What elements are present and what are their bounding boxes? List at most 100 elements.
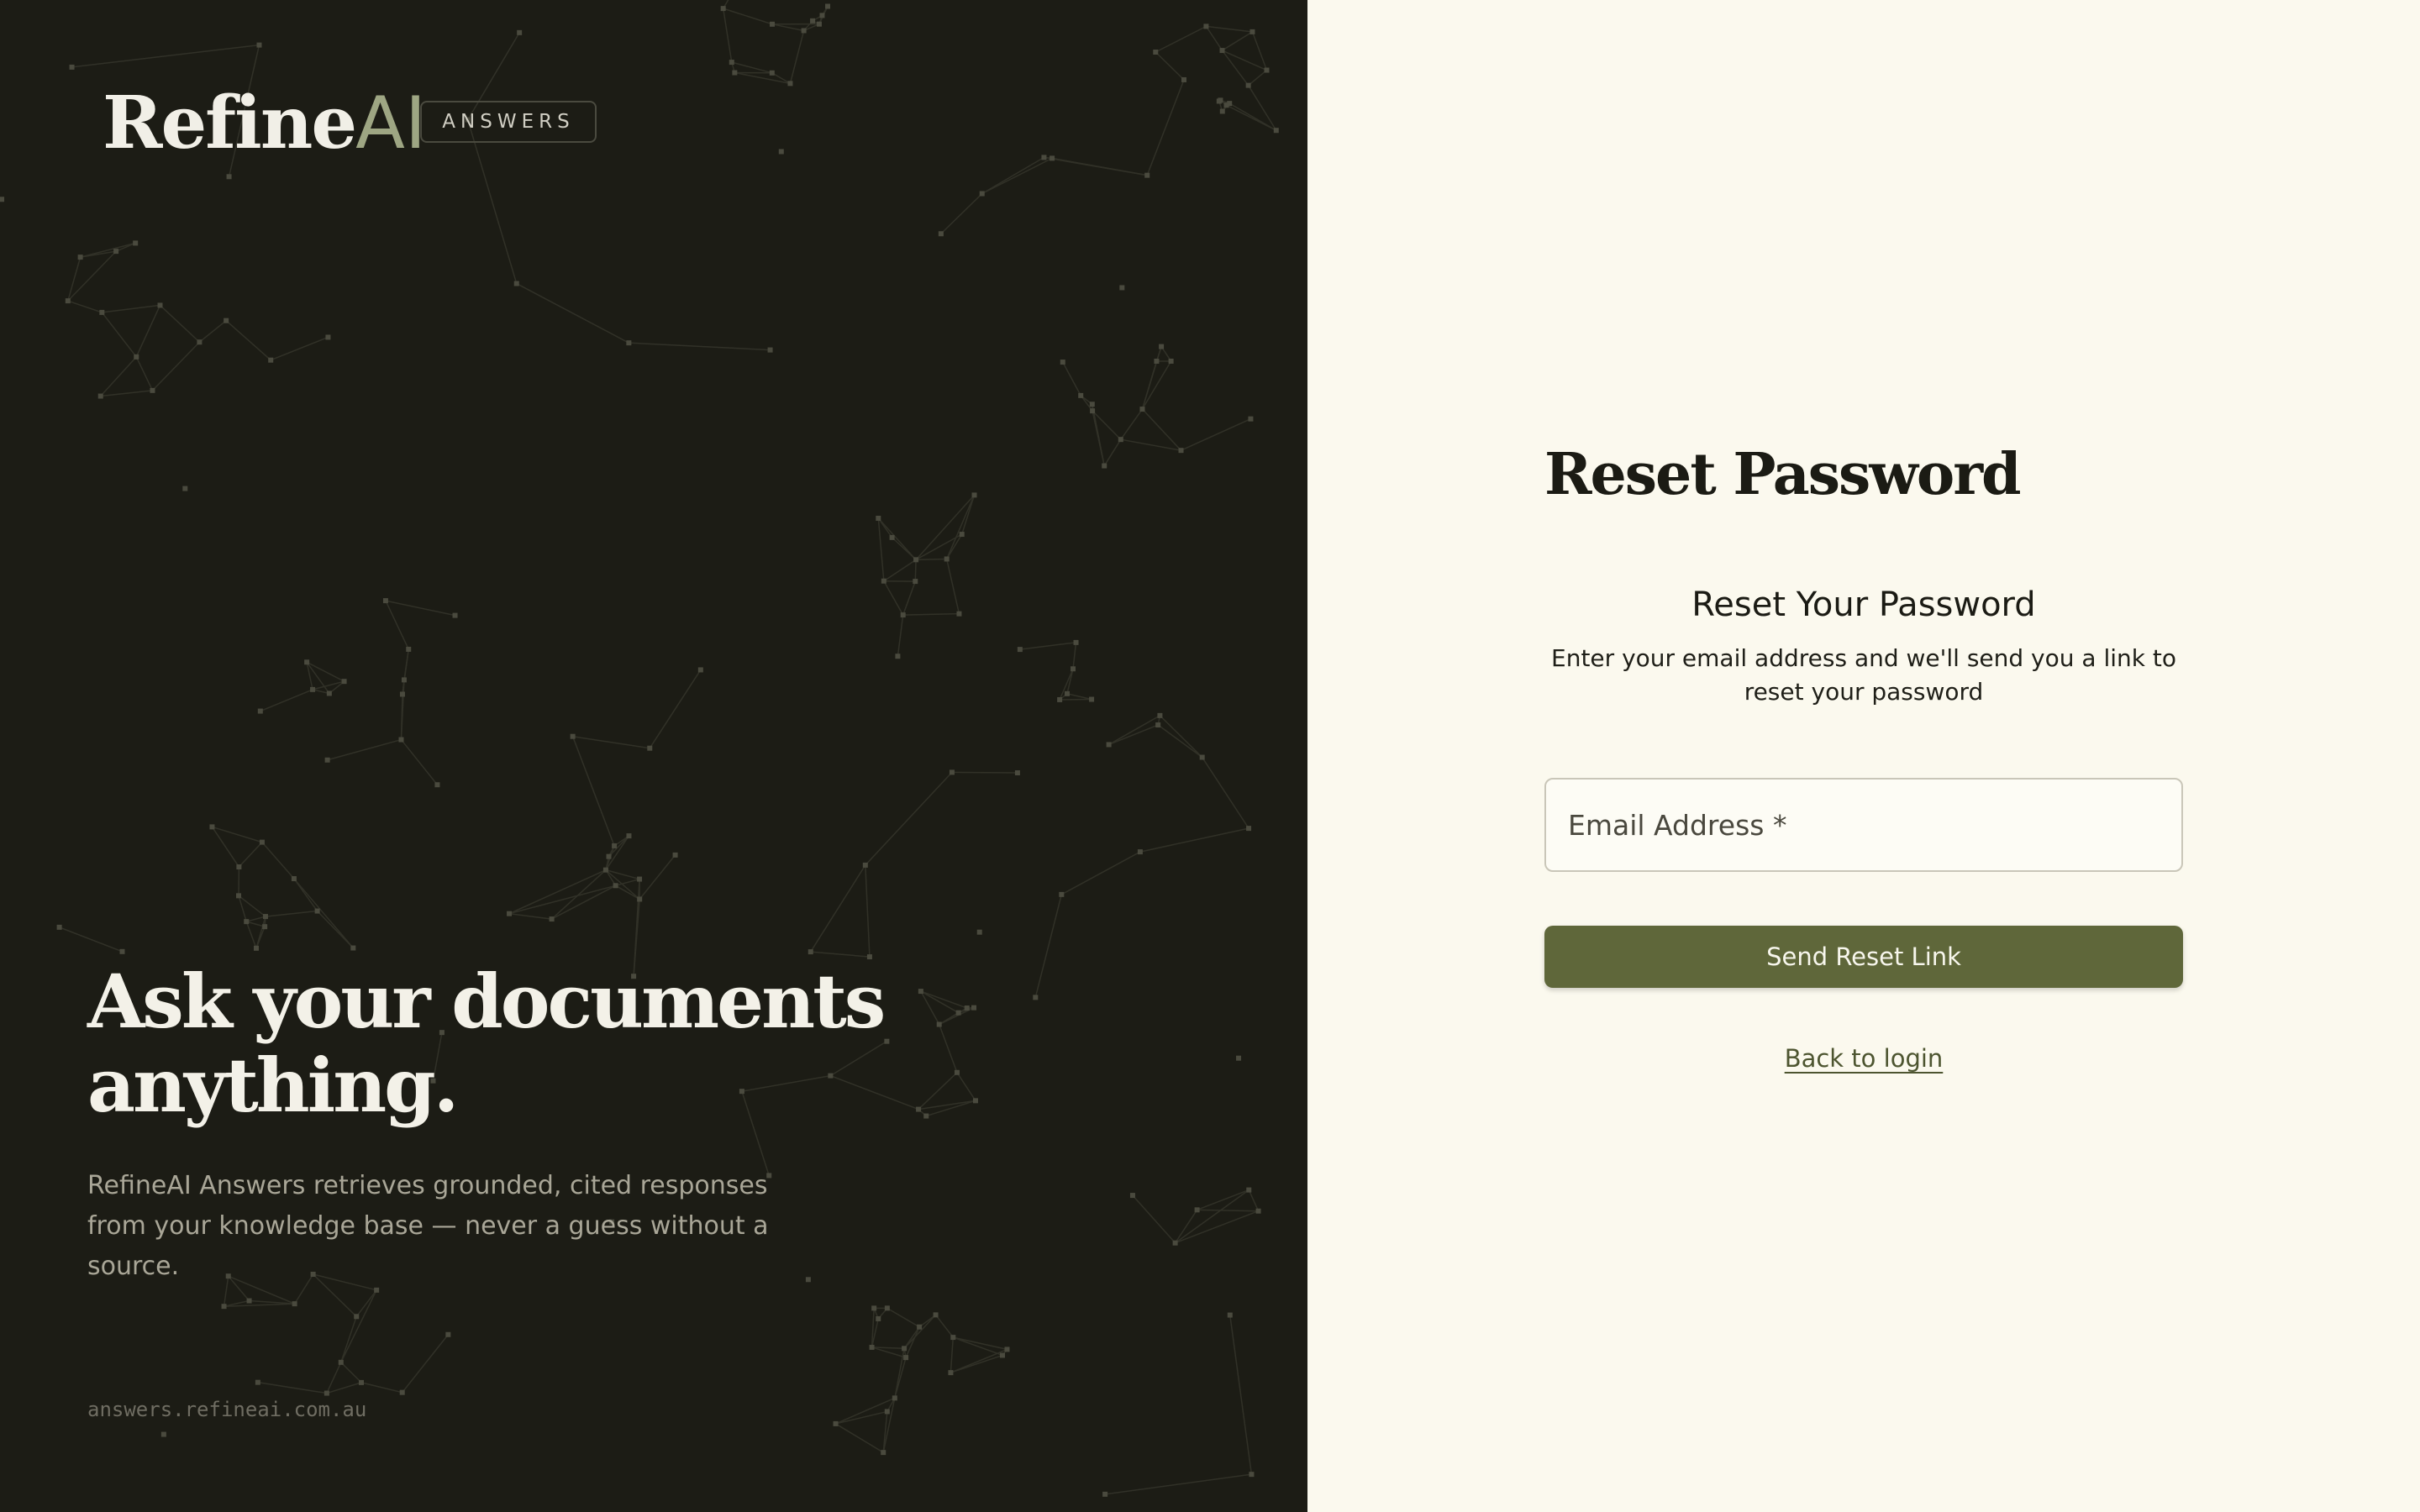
network-node [160,1431,166,1437]
network-line [1202,757,1249,829]
network-node [769,70,775,76]
network-node [97,393,103,399]
network-line [1141,360,1158,410]
network-line [945,559,960,614]
network-node [948,1370,954,1376]
network-line [883,580,904,616]
network-node [304,659,310,665]
network-node [971,1005,977,1011]
email-field[interactable] [1544,778,2183,872]
network-node [1219,108,1225,114]
network-line [246,921,266,927]
network-node [224,318,229,323]
back-to-login-link[interactable]: Back to login [1544,1038,2183,1079]
network-node [399,1389,405,1395]
network-node [949,769,955,775]
network-node [65,298,71,304]
network-line [902,580,916,616]
network-node [913,557,919,563]
network-node [291,876,297,882]
network-line [1141,360,1172,410]
network-node [972,1098,978,1104]
network-node [1223,102,1229,108]
network-line [981,157,1053,195]
network-node [325,334,331,340]
network-line [270,336,329,361]
network-node [999,1352,1005,1358]
network-node [1102,1491,1108,1497]
network-line [1132,1194,1176,1244]
network-line [508,912,552,920]
network-node [406,646,412,652]
network-node [292,1301,297,1307]
network-line [1139,827,1249,853]
email-input[interactable] [1568,780,2156,870]
network-line [865,864,871,958]
network-node [256,42,262,48]
network-line [1146,79,1185,176]
network-line [1060,851,1141,895]
network-node [1033,995,1039,1000]
network-line [1103,438,1122,466]
network-line [914,559,917,582]
network-line [981,156,1044,195]
refineai-logo: RefineAI [103,82,426,165]
send-reset-link-button[interactable]: Send Reset Link [1544,926,2183,988]
network-line [385,600,455,617]
network-line [1229,1315,1253,1475]
network-line [135,305,161,358]
network-node [1071,666,1076,672]
network-node [244,919,250,925]
network-node [959,532,965,538]
brand-panel: RefineAI ANSWERS Ask your documents anyt… [0,0,1307,1512]
network-node [262,914,268,920]
network-node [570,733,576,739]
network-line [1248,1189,1260,1212]
network-line [810,951,870,958]
hero-title: Ask your documents anything. [87,958,886,1129]
network-node [338,1359,344,1365]
network-line [629,342,771,351]
network-node [1057,696,1063,702]
network-line [261,842,295,879]
network-node [1255,1208,1261,1214]
network-node [259,839,265,845]
network-node [819,13,825,18]
network-line [1155,51,1185,81]
network-node [1178,448,1184,454]
network-node [881,578,886,584]
network-node [1064,690,1070,696]
network-line [340,1362,362,1383]
network-node [1004,1347,1010,1352]
network-line [238,895,266,917]
network-line [245,921,257,949]
network-node [1139,407,1145,412]
network-line [915,494,976,560]
network-node [1172,1240,1178,1246]
network-node [1144,172,1150,178]
network-line [100,390,153,397]
network-node [1041,155,1047,160]
hero-subtitle: RefineAI Answers retrieves grounded, cit… [87,1171,769,1281]
network-line [950,1337,955,1373]
network-node [1203,24,1209,29]
network-node [434,782,440,788]
network-node [950,1335,956,1341]
network-node [1248,416,1254,422]
network-node [399,691,405,697]
network-node [816,21,822,27]
network-node [808,949,813,955]
network-node [1216,98,1222,104]
network-line [59,927,123,953]
network-line [722,8,733,63]
network-node [182,486,188,491]
network-line [789,30,805,84]
network-node [1059,891,1065,897]
network-node [1168,358,1174,364]
network-line [956,1072,976,1101]
network-node [341,679,347,685]
network-node [1181,76,1186,82]
network-line [934,1314,954,1338]
network-line [1222,31,1253,51]
network-line [945,495,976,559]
